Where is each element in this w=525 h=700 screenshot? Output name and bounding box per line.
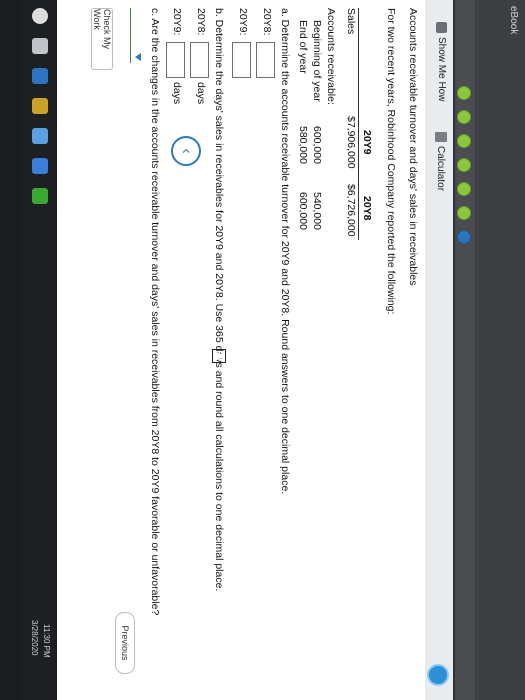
previous-arrow-button[interactable]: ‹ (171, 136, 201, 166)
check-my-work-button[interactable]: Check My Work (91, 8, 113, 70)
col-header-20Y9: 20Y9 (361, 130, 373, 155)
part-c-prompt: c. Are the changes in the accounts recei… (149, 8, 161, 616)
part-b-prompt: b. Determine the days' sales in receivab… (213, 8, 225, 592)
part-b-20Y9-label: 20Y9: (171, 8, 183, 36)
problem-content: Accounts receivable turnover and days' s… (57, 0, 425, 700)
row-begin-20Y8: 540,000 (311, 192, 323, 230)
clock-time: 11:30 PM (42, 624, 51, 658)
part-a-20Y9-input[interactable] (232, 42, 251, 78)
file-explorer-icon[interactable] (32, 98, 48, 114)
row-sales-20Y9: $7,906,000 (345, 116, 357, 169)
show-me-how-label: Show Me How (436, 37, 447, 102)
check-my-work-label: Check My Work (92, 9, 112, 50)
play-icon (436, 22, 447, 33)
step-dot[interactable] (457, 158, 471, 172)
task-view-icon[interactable] (32, 38, 48, 54)
step-dot[interactable] (457, 110, 471, 124)
calculator-label: Calculator (435, 146, 447, 192)
step-dot[interactable] (457, 182, 471, 196)
calculator-icon (435, 132, 447, 142)
step-dot[interactable] (457, 86, 471, 100)
part-a-20Y9-label: 20Y9: (237, 8, 249, 36)
calculator-button[interactable]: Calculator (435, 132, 447, 191)
row-sales-20Y8: $6,726,000 (345, 184, 357, 237)
edge-browser-icon[interactable] (32, 68, 48, 84)
clock-date: 3/28/2020 (30, 620, 39, 656)
part-a-20Y8-label: 20Y8: (261, 8, 273, 36)
header-strip: eBook (475, 0, 525, 700)
part-b-20Y8-input[interactable] (190, 42, 209, 78)
rotated-screen: eBook Show Me How Calculator Accounts re… (0, 0, 525, 700)
problem-intro: For two recent years, Robinhood Company … (385, 8, 397, 315)
part-c-select[interactable] (130, 8, 143, 63)
previous-button[interactable]: Previous (115, 612, 135, 674)
row-ar-label: Accounts receivable: (325, 8, 337, 105)
row-sales-label: Sales (345, 8, 357, 35)
info-icon[interactable] (427, 664, 449, 686)
step-dot-current[interactable] (457, 230, 471, 244)
browser-window: eBook Show Me How Calculator Accounts re… (57, 0, 525, 700)
table-rule (358, 8, 359, 240)
mail-icon[interactable] (32, 158, 48, 174)
step-progress-bar (453, 0, 475, 700)
part-b-20Y9-unit: days (171, 82, 183, 105)
mouse-cursor-icon (212, 349, 226, 363)
store-icon[interactable] (32, 128, 48, 144)
row-begin-label: Beginning of year (311, 20, 323, 102)
part-b-20Y8-unit: days (195, 82, 207, 105)
chevron-left-icon: ‹ (178, 148, 195, 154)
toolbar: Show Me How Calculator (424, 0, 453, 700)
part-b-20Y8-label: 20Y8: (195, 8, 207, 36)
taskbar: 11:30 PM 3/28/2020 (22, 0, 57, 700)
step-dot[interactable] (457, 206, 471, 220)
ebook-tab[interactable]: eBook (508, 6, 519, 34)
chrome-icon[interactable] (32, 188, 48, 204)
row-end-label: End of year (297, 20, 309, 74)
search-icon[interactable] (32, 8, 48, 24)
col-header-20Y8: 20Y8 (361, 196, 373, 221)
show-me-how-button[interactable]: Show Me How (436, 22, 447, 101)
step-dots (457, 86, 471, 244)
previous-label: Previous (120, 625, 130, 661)
step-dot[interactable] (457, 134, 471, 148)
row-end-20Y9: 580,000 (297, 126, 309, 164)
part-a-prompt: a. Determine the accounts receivable tur… (279, 8, 291, 495)
chevron-down-icon (135, 53, 141, 61)
part-a-20Y8-input[interactable] (256, 42, 275, 78)
row-begin-20Y9: 600,000 (311, 126, 323, 164)
row-end-20Y8: 600,000 (297, 192, 309, 230)
problem-title: Accounts receivable turnover and days' s… (407, 8, 419, 286)
part-b-20Y9-input[interactable] (166, 42, 185, 78)
